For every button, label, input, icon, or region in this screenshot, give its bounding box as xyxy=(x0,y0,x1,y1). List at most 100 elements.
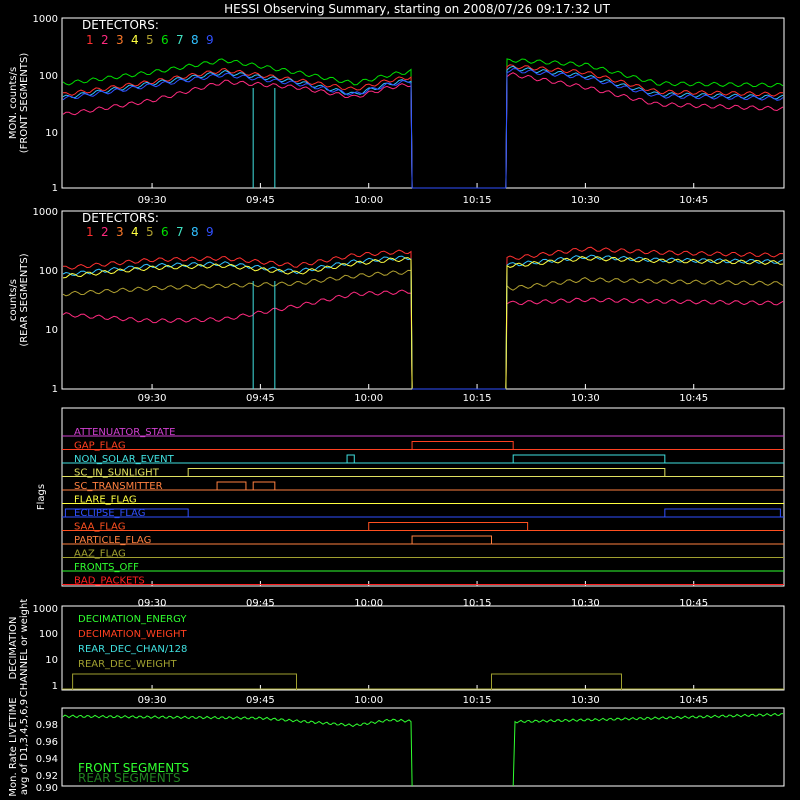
time-tick-label: 10:45 xyxy=(679,393,708,404)
time-tick-label: 10:00 xyxy=(354,598,383,609)
detector-number: 4 xyxy=(131,225,139,239)
series-line-5-pre xyxy=(62,269,413,390)
flag-step xyxy=(411,441,514,450)
detector-number: 3 xyxy=(116,225,124,239)
detector-number: 4 xyxy=(131,33,139,47)
time-tick-label: 10:30 xyxy=(571,695,600,706)
decimation-ylabel-1: DECIMATION xyxy=(8,616,19,679)
series-line-8-post xyxy=(505,65,784,189)
series-line-2-post xyxy=(505,297,784,390)
series-line-1-post xyxy=(505,64,784,189)
livetime-group: FRONT SEGMENTSREAR SEGMENTS xyxy=(62,712,784,787)
time-tick-label: 10:15 xyxy=(463,195,492,206)
flag-label: GAP_FLAG xyxy=(74,441,126,452)
time-tick-label: 10:45 xyxy=(679,598,708,609)
flags-ylabel: Flags xyxy=(36,484,47,510)
front-ylabel-2: (FRONT SEGMENTS) xyxy=(19,53,30,154)
series-line-6-post xyxy=(505,58,784,189)
series-line-5-post xyxy=(505,277,784,390)
flags-group: ATTENUATOR_STATE GAP_FLAG NON_SOLAR_EVENT S… xyxy=(62,427,784,587)
rear-ylabel-1: counts/s xyxy=(8,279,19,321)
detector-number: 6 xyxy=(161,33,169,47)
detector-number: 7 xyxy=(176,225,184,239)
detector-number: 1 xyxy=(86,225,94,239)
rear-ytick-1000: 1000 xyxy=(33,207,58,218)
detector-number: 2 xyxy=(101,33,109,47)
dec-ytick-1000: 1000 xyxy=(33,604,58,615)
time-tick-label: 09:30 xyxy=(138,695,167,706)
panel-rear-frame xyxy=(61,210,785,390)
front-ytick-1: 1 xyxy=(52,183,58,194)
live-ytick-098: 0.98 xyxy=(36,720,58,731)
time-tick-label: 10:15 xyxy=(463,393,492,404)
series-line-1-pre xyxy=(63,249,413,390)
decimation-ylabel-2: CHANNEL or weight xyxy=(19,599,30,698)
detector-number: 1 xyxy=(86,33,94,47)
front-detector-numbers: 123456789 xyxy=(86,33,214,47)
series-line-2-pre xyxy=(62,289,413,390)
flag-step xyxy=(346,454,355,463)
live-ytick-090: 0.90 xyxy=(36,783,58,794)
panel-front-frame xyxy=(61,17,785,189)
cyan-drop-spikes xyxy=(252,281,276,389)
series-line-1-pre xyxy=(62,67,413,189)
observing-summary-plot: HESSI Observing Summary, starting on 200… xyxy=(8,2,785,797)
rear-detector-numbers: 123456789 xyxy=(86,225,214,239)
rear-ytick-1: 1 xyxy=(52,384,58,395)
front-ytick-10: 10 xyxy=(45,128,58,139)
time-tick-label: 09:45 xyxy=(246,598,275,609)
series-line-9-pre xyxy=(62,72,413,189)
decimation-step xyxy=(72,673,298,690)
time-tick-label: 10:30 xyxy=(571,195,600,206)
series-line-8-post xyxy=(505,254,784,390)
rear-ylabel-2: (REAR SEGMENTS) xyxy=(19,253,30,346)
front-ytick-1000: 1000 xyxy=(33,14,58,25)
front-detectors-label: DETECTORS: xyxy=(82,18,159,32)
rear-detectors-label: DETECTORS: xyxy=(82,211,159,225)
rear-ytick-10: 10 xyxy=(45,325,58,336)
detector-number: 8 xyxy=(191,33,199,47)
time-tick-label: 09:30 xyxy=(138,195,167,206)
flag-step xyxy=(664,508,781,517)
flag-step xyxy=(252,481,276,490)
time-tick-label: 10:15 xyxy=(463,598,492,609)
detector-number: 9 xyxy=(206,225,214,239)
flag-label: FRONTS_OFF xyxy=(74,562,139,573)
live-ytick-092: 0.92 xyxy=(36,771,58,782)
livetime-ylabel-2: avg of D1,3,4,5,6,9 xyxy=(19,699,30,795)
time-tick-label: 10:45 xyxy=(679,695,708,706)
time-tick-label: 09:45 xyxy=(246,695,275,706)
flag-step xyxy=(512,454,666,463)
live-ytick-096: 0.96 xyxy=(36,737,58,748)
detector-number: 2 xyxy=(101,225,109,239)
flag-step xyxy=(368,522,529,531)
series-line-4-post xyxy=(505,256,784,390)
decimation-legend-entry: REAR_DEC_CHAN/128 xyxy=(78,644,187,655)
time-tick-label: 10:15 xyxy=(463,695,492,706)
detector-number: 5 xyxy=(146,225,154,239)
flag-label: SAA_FLAG xyxy=(74,522,125,533)
flag-step xyxy=(411,535,493,544)
dec-ytick-10: 10 xyxy=(45,655,58,666)
series-line-9-post xyxy=(505,68,784,189)
front-ylabel-1: MON. counts/s xyxy=(8,67,19,139)
time-tick-label: 09:45 xyxy=(246,195,275,206)
rear-ytick-100: 100 xyxy=(39,266,58,277)
cyan-drop-spikes xyxy=(252,88,276,188)
live-ytick-094: 0.94 xyxy=(36,754,58,765)
time-tick-label: 09:30 xyxy=(138,393,167,404)
time-tick-label: 09:45 xyxy=(246,393,275,404)
time-tick-label: 09:30 xyxy=(138,598,167,609)
flag-label: SC_TRANSMITTER xyxy=(74,481,163,492)
decimation-legend-entry: DECIMATION_ENERGY xyxy=(78,614,187,625)
detector-number: 3 xyxy=(116,33,124,47)
plot-title: HESSI Observing Summary, starting on 200… xyxy=(224,2,610,16)
time-tick-label: 10:30 xyxy=(571,598,600,609)
time-tick-label: 10:00 xyxy=(354,695,383,706)
flag-label: NON_SOLAR_EVENT xyxy=(74,454,175,465)
livetime-legend-entry: REAR SEGMENTS xyxy=(78,771,181,785)
decimation-step xyxy=(491,673,623,690)
front-ytick-100: 100 xyxy=(39,71,58,82)
time-tick-label: 10:30 xyxy=(571,393,600,404)
series-line-8-pre xyxy=(62,255,413,390)
